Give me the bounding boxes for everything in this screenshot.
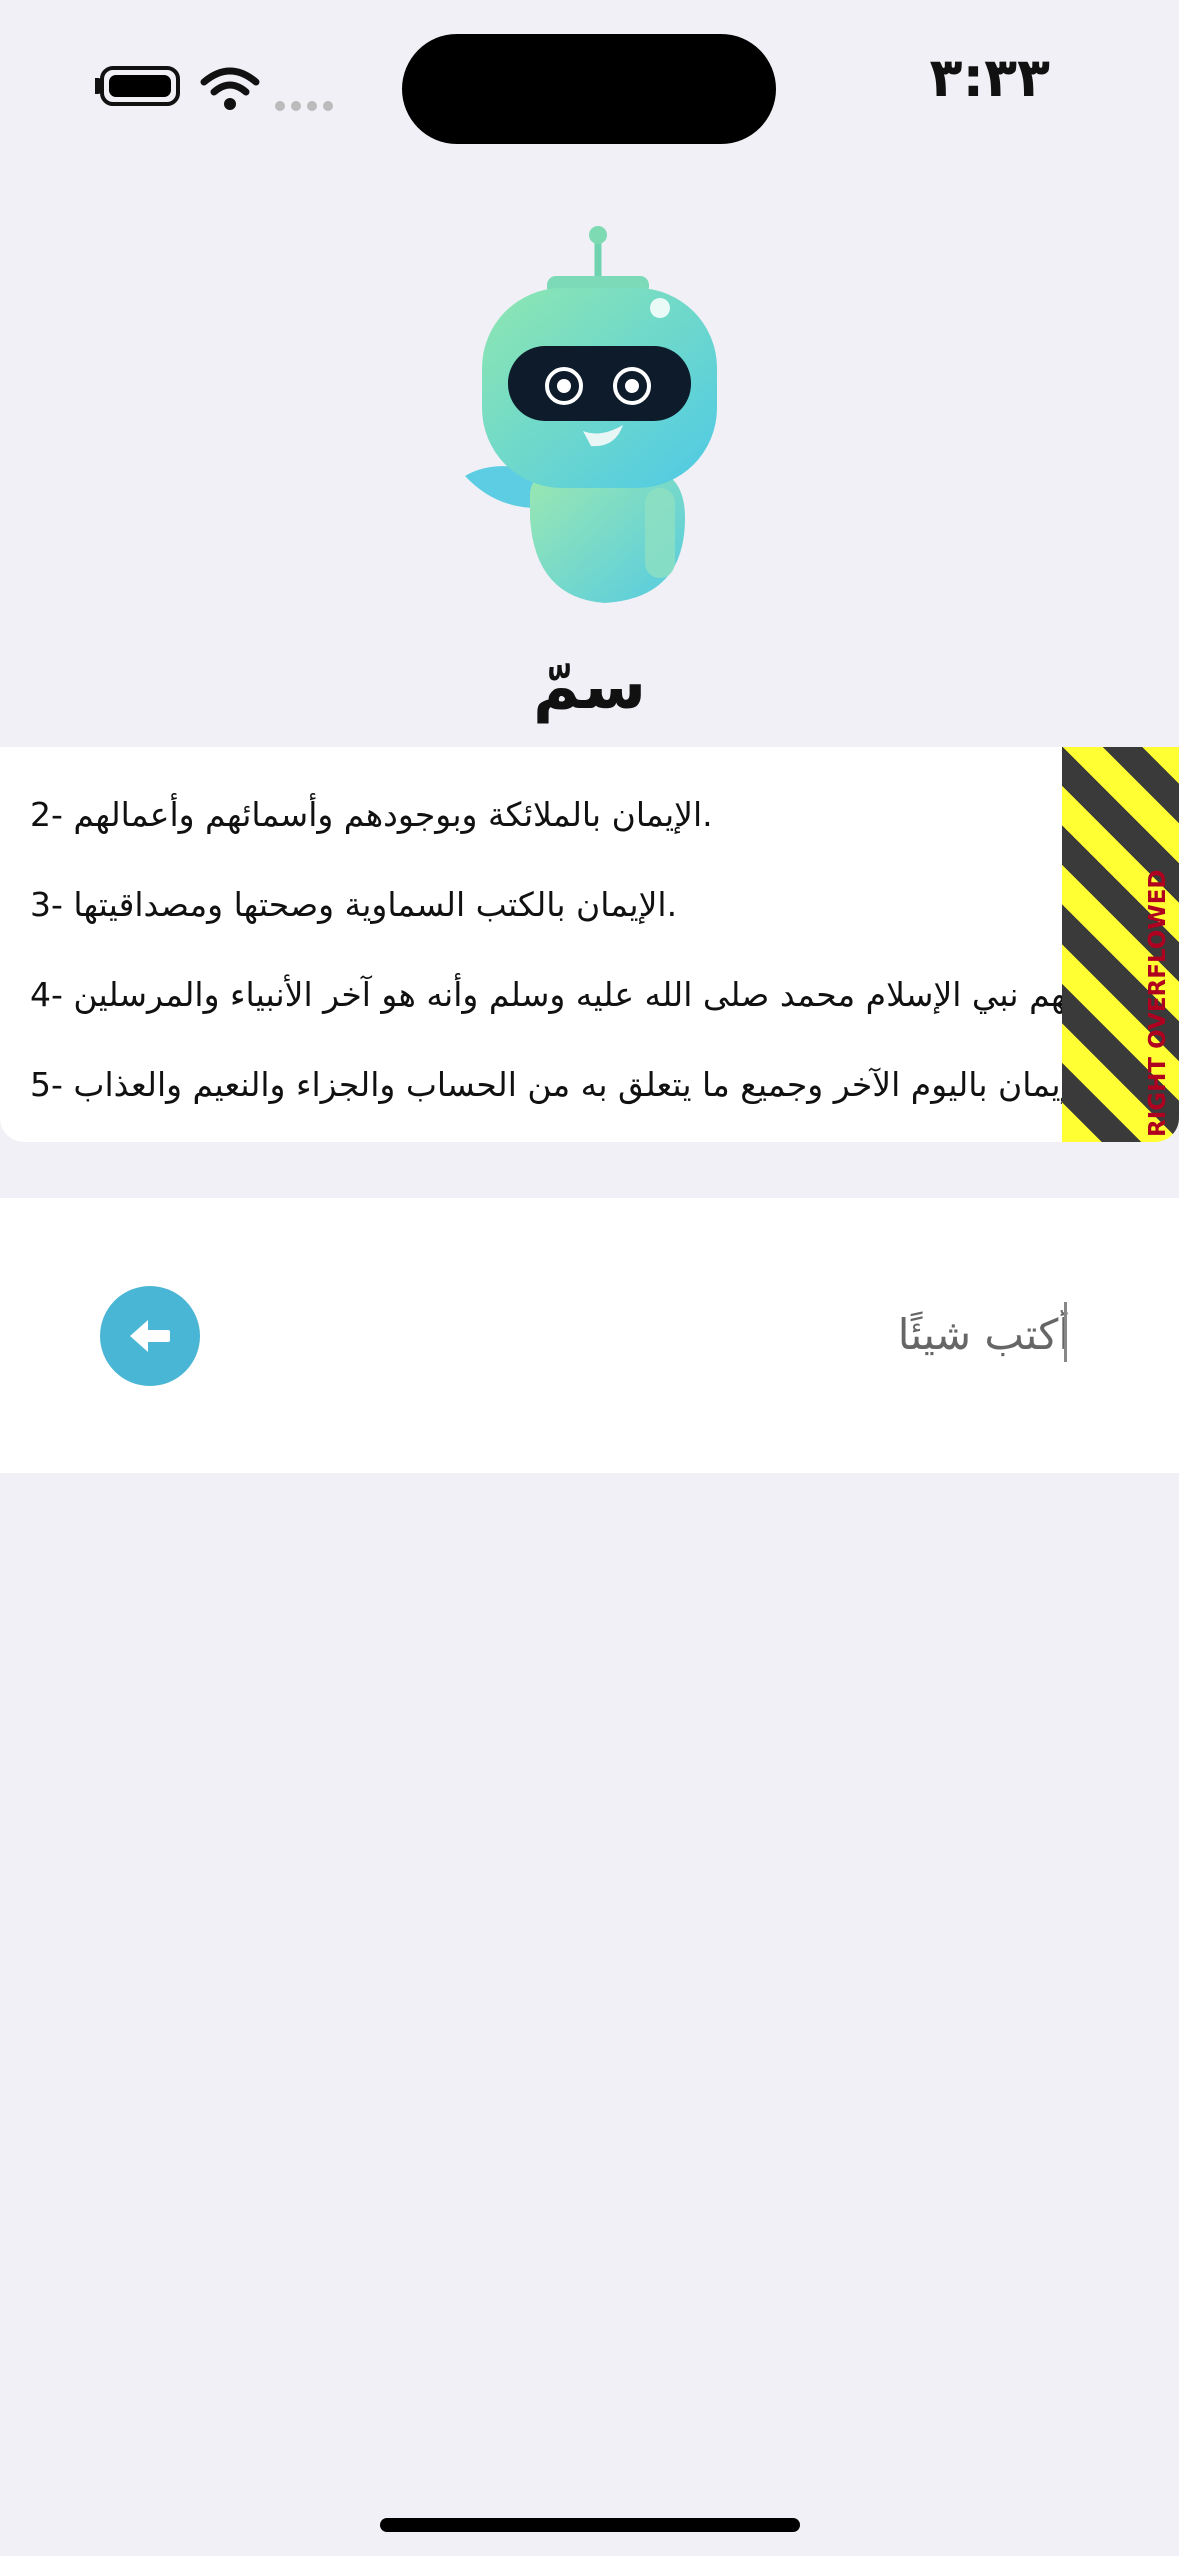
dynamic-island [402,34,776,144]
list-item: 2- الإيمان بالملائكة وبوجودهم وأسمائهم و… [30,795,713,834]
cellular-signal-icon [275,96,339,115]
page-title: سمّ [532,650,647,724]
send-button[interactable] [100,1286,200,1386]
home-indicator[interactable] [380,2518,800,2532]
status-time: ٣:٣٣ [929,46,1050,109]
message-composer [0,1198,1179,1473]
overflow-warning-label: RIGHT OVERFLOWED [1145,869,1171,1137]
wifi-icon [200,67,260,110]
robot-avatar-icon [465,226,717,603]
list-item: 5- الإيمان باليوم الآخر وجميع ما يتعلق ب… [30,1065,1099,1104]
list-item: 3- الإيمان بالكتب السماوية وصحتها ومصداق… [30,885,678,924]
battery-cap [95,78,102,94]
message-input[interactable] [260,1294,1070,1374]
battery-icon [100,66,180,106]
status-bar: ٣:٣٣ [0,0,1179,170]
arrow-left-icon [130,1320,170,1352]
content-card: 2- الإيمان بالملائكة وبوجودهم وأسمائهم و… [0,747,1179,1142]
list-item: 4- الإيمان بالرسل ومن بينهم نبي الإسلام … [30,975,1179,1014]
text-cursor [1064,1302,1067,1362]
